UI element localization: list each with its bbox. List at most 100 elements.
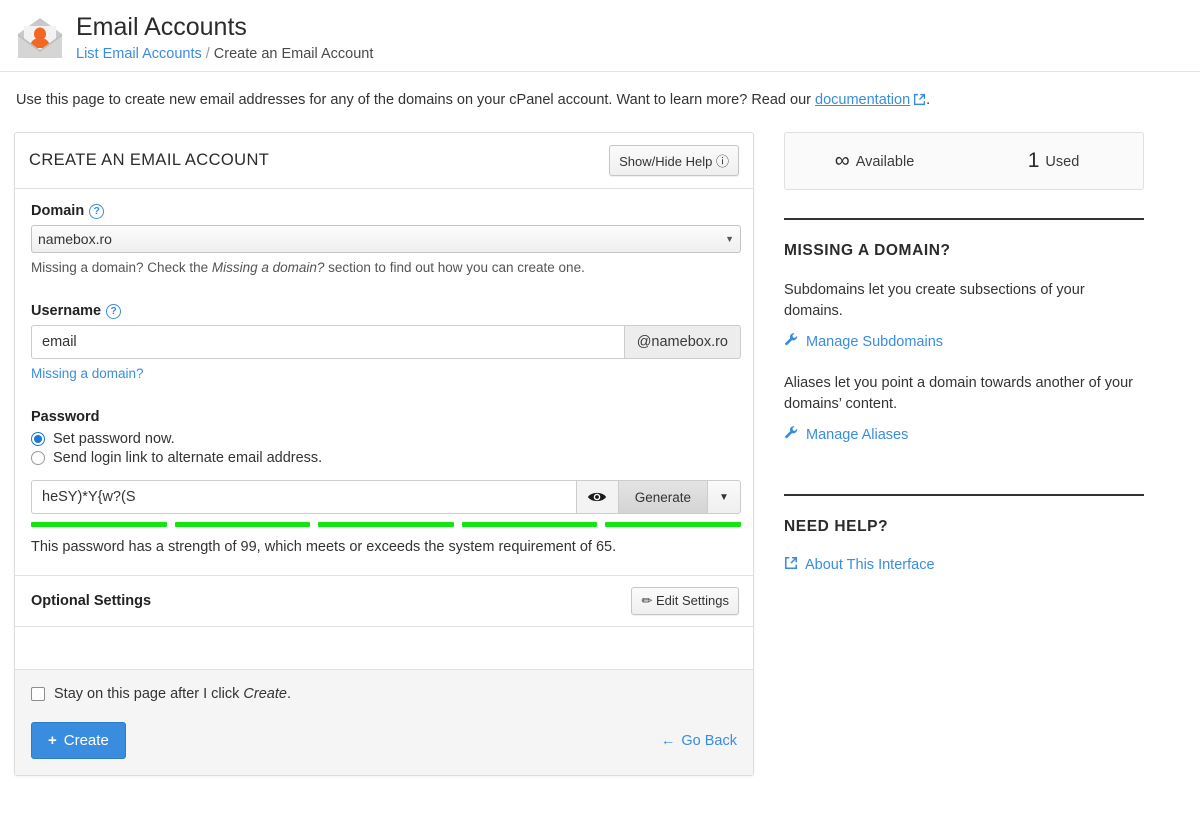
strength-segment <box>174 522 311 527</box>
used-label: Used <box>1045 154 1080 170</box>
wrench-icon <box>784 425 799 444</box>
optional-settings-header: Optional Settings ✏ Edit Settings <box>15 575 753 627</box>
pencil-icon: ✏ <box>641 593 653 608</box>
breadcrumb-link-list-email-accounts[interactable]: List Email Accounts <box>76 46 202 62</box>
arrow-left-icon: ← <box>660 732 676 749</box>
stay-label-after: . <box>286 686 291 702</box>
domain-help-icon[interactable]: ? <box>89 203 105 219</box>
about-this-interface-label: About This Interface <box>805 557 935 573</box>
aliases-description: Aliases let you point a domain towards a… <box>784 375 1134 412</box>
generate-password-label: Generate <box>634 489 691 505</box>
username-label: Username <box>31 303 102 319</box>
stay-on-page-checkbox[interactable] <box>31 687 45 701</box>
manage-subdomains-link[interactable]: Manage Subdomains <box>784 332 943 351</box>
manage-subdomains-label: Manage Subdomains <box>806 333 944 350</box>
radio-set-password-now-label: Set password now. <box>53 431 175 447</box>
body-wrapper: CREATE AN EMAIL ACCOUNT Show/Hide Help ⓘ… <box>0 112 1200 776</box>
panel-title: CREATE AN EMAIL ACCOUNT <box>29 151 270 169</box>
page-header: Email Accounts List Email Accounts / Creat… <box>0 0 1200 72</box>
edit-settings-button[interactable]: ✏ Edit Settings <box>631 587 739 615</box>
stay-label-emphasis: Create <box>243 686 287 702</box>
used-value: 1 <box>1027 149 1040 172</box>
strength-segment <box>31 522 167 527</box>
sidebar-divider-2 <box>784 494 1144 496</box>
domain-label-row: Domain ? <box>31 203 739 219</box>
go-back-label: Go Back <box>681 732 737 749</box>
sidebar-divider-1 <box>784 218 1144 220</box>
radio-send-login-link-label: Send login link to alternate email addre… <box>53 450 323 466</box>
create-button-label: Create <box>63 732 109 749</box>
domain-select[interactable]: namebox.ro ▼ <box>31 225 741 253</box>
footer-actions: + Create ← Go Back <box>31 722 737 759</box>
available-label: Available <box>855 154 915 170</box>
create-button[interactable]: + Create <box>31 722 126 759</box>
radio-set-password-now[interactable]: Set password now. <box>31 431 739 447</box>
stat-available: ∞ Available <box>785 149 964 173</box>
radio-send-login-link-control[interactable] <box>31 451 45 465</box>
create-email-account-panel: CREATE AN EMAIL ACCOUNT Show/Hide Help ⓘ… <box>14 132 754 776</box>
intro-text-before: Use this page to create new email addres… <box>16 92 816 108</box>
radio-set-password-now-control[interactable] <box>31 432 45 446</box>
password-strength-meter <box>31 522 741 527</box>
subdomains-description: Subdomains let you create subsections of… <box>784 282 1085 319</box>
go-back-link[interactable]: ← Go Back <box>661 733 737 749</box>
password-input-group: Generate ▼ <box>31 480 741 514</box>
intro-text: Use this page to create new email addres… <box>0 72 1200 112</box>
panel-header: CREATE AN EMAIL ACCOUNT Show/Hide Help ⓘ <box>15 133 753 189</box>
show-hide-help-button[interactable]: Show/Hide Help ⓘ <box>609 145 739 176</box>
plus-icon: + <box>48 732 57 749</box>
stay-label-before: Stay on this page after I click <box>54 686 244 702</box>
generate-options-caret-icon[interactable]: ▼ <box>707 480 741 514</box>
breadcrumb: List Email Accounts / Create an Email Acco… <box>76 44 373 64</box>
username-help-icon[interactable]: ? <box>106 303 122 319</box>
password-field: Password Set password now. Send login li… <box>31 409 741 555</box>
page-root: Email Accounts List Email Accounts / Creat… <box>0 0 1200 838</box>
eye-icon[interactable] <box>575 480 618 514</box>
domain-hint: Missing a domain? Check the Missing a do… <box>31 259 739 277</box>
radio-send-login-link[interactable]: Send login link to alternate email addre… <box>31 450 739 466</box>
panel-body: Domain ? namebox.ro ▼ Missing a domain? … <box>15 189 753 575</box>
optional-settings-body <box>15 627 753 669</box>
username-label-row: Username ? <box>31 303 739 319</box>
usage-stats-box: ∞ Available 1 Used <box>784 132 1144 190</box>
edit-settings-label: Edit Settings <box>656 593 729 608</box>
header-text: Email Accounts List Email Accounts / Creat… <box>76 10 373 64</box>
password-input[interactable] <box>31 480 576 514</box>
stay-on-page-checkbox-row[interactable]: Stay on this page after I click Create. <box>31 686 737 702</box>
breadcrumb-current: Create an Email Account <box>213 46 374 62</box>
stay-on-page-label: Stay on this page after I click Create. <box>54 686 291 702</box>
domain-label: Domain <box>31 203 85 219</box>
username-hint: Missing a domain? <box>31 365 739 383</box>
domain-hint-before: Missing a domain? Check the <box>31 260 212 275</box>
strength-segment <box>605 522 741 527</box>
optional-settings-title: Optional Settings <box>31 593 152 609</box>
about-this-interface-link[interactable]: About This Interface <box>784 556 935 574</box>
strength-segment <box>318 522 454 527</box>
sidebar: ∞ Available 1 Used MISSING A DOMAIN? Subdo… <box>784 132 1144 776</box>
username-input-group: @namebox.ro <box>31 325 741 359</box>
chevron-down-icon: ▼ <box>725 234 734 244</box>
need-help-heading: NEED HELP? <box>784 518 889 535</box>
strength-segment <box>461 522 598 527</box>
intro-text-after: . <box>926 92 931 108</box>
password-label: Password <box>31 409 100 425</box>
manage-aliases-label: Manage Aliases <box>806 426 909 443</box>
missing-domain-heading: MISSING A DOMAIN? <box>784 242 951 259</box>
manage-aliases-link[interactable]: Manage Aliases <box>784 425 908 444</box>
available-value: ∞ <box>834 149 850 172</box>
username-input[interactable] <box>31 325 624 359</box>
breadcrumb-separator: / <box>205 46 210 62</box>
missing-a-domain-link[interactable]: Missing a domain? <box>31 366 144 381</box>
password-strength-text: This password has a strength of 99, whic… <box>31 539 617 555</box>
email-accounts-icon <box>14 12 66 64</box>
username-field: Username ? @namebox.ro Missing a domain? <box>31 303 741 383</box>
question-circle-icon: ⓘ <box>715 154 729 169</box>
generate-password-button[interactable]: Generate <box>617 480 707 514</box>
external-link-icon <box>784 556 798 574</box>
show-hide-help-label: Show/Hide Help <box>619 154 713 169</box>
domain-selected-value: namebox.ro <box>38 231 112 247</box>
documentation-link[interactable]: documentation <box>815 92 910 108</box>
panel-footer: Stay on this page after I click Create. … <box>15 669 753 775</box>
username-domain-addon: @namebox.ro <box>623 325 741 359</box>
main-column: CREATE AN EMAIL ACCOUNT Show/Hide Help ⓘ… <box>14 132 754 776</box>
